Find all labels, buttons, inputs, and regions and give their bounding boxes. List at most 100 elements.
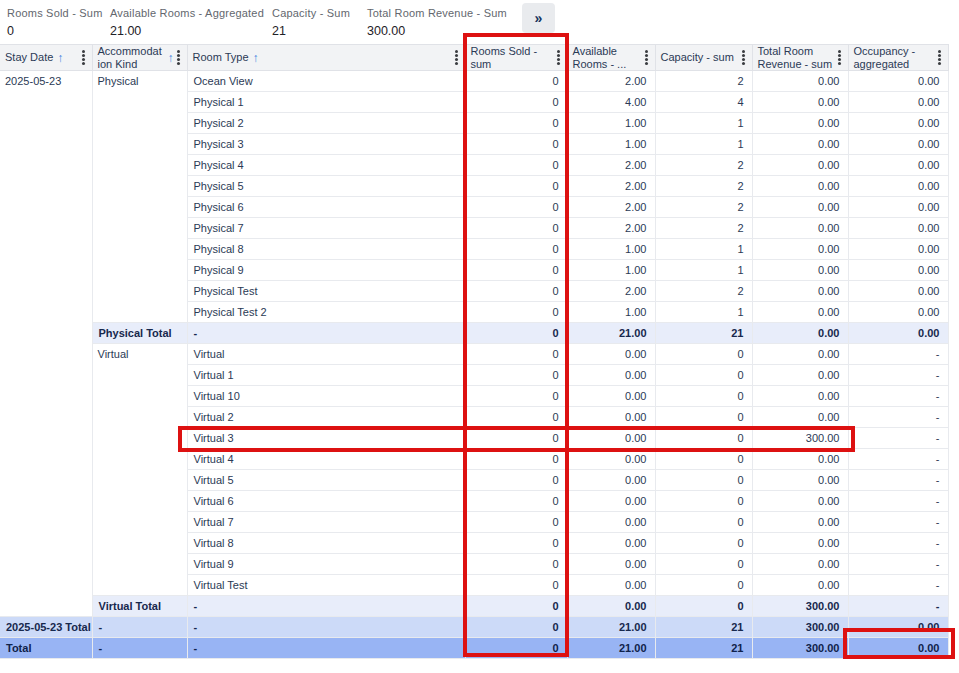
value-cell: 4.00: [567, 92, 655, 113]
value-cell: 0.00: [752, 113, 848, 134]
room-type-cell: Virtual 1: [187, 365, 465, 386]
column-header-capacity-sum[interactable]: Capacity - sum: [655, 45, 752, 71]
room-type-cell: Physical 6: [187, 197, 465, 218]
column-menu-icon[interactable]: [838, 50, 841, 65]
value-cell: 0.00: [752, 365, 848, 386]
value-cell: 0: [465, 281, 567, 302]
value-cell: 2: [655, 176, 752, 197]
room-type-cell: Virtual: [187, 344, 465, 365]
value-cell: 0: [465, 407, 567, 428]
value-cell: -: [848, 365, 948, 386]
header-row: Stay Date↑Accommodation Kind↑Room Type↑R…: [0, 45, 948, 71]
value-cell: 300.00: [752, 617, 848, 638]
column-menu-icon[interactable]: [455, 50, 458, 65]
value-cell: 0.00: [752, 575, 848, 596]
column-menu-icon[interactable]: [82, 50, 85, 65]
value-cell: 0: [465, 134, 567, 155]
column-header-available-rooms[interactable]: Available Rooms - ...: [567, 45, 655, 71]
metric-value: 0: [7, 24, 103, 38]
value-cell: 0.00: [752, 407, 848, 428]
value-cell: 2: [655, 155, 752, 176]
column-header-occupancy-aggregated[interactable]: Occupancy - aggregated: [848, 45, 948, 71]
table-row: Total--021.0021300.000.00: [0, 638, 948, 659]
value-cell: 2.00: [567, 155, 655, 176]
value-cell: 0: [465, 554, 567, 575]
value-cell: 0.00: [848, 176, 948, 197]
value-cell: -: [848, 344, 948, 365]
column-header-room-type[interactable]: Room Type↑: [187, 45, 465, 71]
table-row: Virtual Total-00.000300.00-: [0, 596, 948, 617]
value-cell: 1.00: [567, 113, 655, 134]
value-cell: 1.00: [567, 239, 655, 260]
value-cell: 0.00: [752, 71, 848, 92]
value-cell: 0.00: [848, 323, 948, 344]
value-cell: -: [848, 512, 948, 533]
column-menu-icon[interactable]: [557, 50, 560, 65]
value-cell: 0.00: [752, 491, 848, 512]
value-cell: 1: [655, 302, 752, 323]
value-cell: 0: [655, 365, 752, 386]
value-cell: 4: [655, 92, 752, 113]
column-menu-icon[interactable]: [177, 50, 180, 65]
accommodation-kind-cell: Virtual: [92, 344, 187, 596]
value-cell: 21: [655, 617, 752, 638]
column-label: Capacity - sum: [661, 51, 734, 64]
metric-label: Available Rooms - Aggregated: [110, 7, 264, 19]
column-menu-icon[interactable]: [645, 50, 648, 65]
value-cell: 0.00: [752, 386, 848, 407]
column-header-accommodation-kind[interactable]: Accommodation Kind↑: [92, 45, 187, 71]
value-cell: 0: [655, 512, 752, 533]
value-cell: 0.00: [848, 617, 948, 638]
value-cell: 1: [655, 113, 752, 134]
value-cell: 21: [655, 323, 752, 344]
value-cell: 0: [465, 365, 567, 386]
room-type-cell: Virtual 7: [187, 512, 465, 533]
table-row: Physical Total-021.00210.000.00: [0, 323, 948, 344]
value-cell: 0.00: [752, 512, 848, 533]
value-cell: 0: [465, 113, 567, 134]
value-cell: 0.00: [752, 554, 848, 575]
column-header-rooms-sold-sum[interactable]: Rooms Sold - sum: [465, 45, 567, 71]
value-cell: 0: [465, 638, 567, 659]
value-cell: -: [848, 470, 948, 491]
value-cell: 0.00: [752, 449, 848, 470]
value-cell: 2: [655, 197, 752, 218]
column-label: Accommodation Kind: [98, 45, 164, 70]
accommodation-kind-cell: Physical Total: [92, 323, 187, 344]
room-type-cell: -: [187, 617, 465, 638]
value-cell: 2.00: [567, 71, 655, 92]
value-cell: -: [848, 407, 948, 428]
value-cell: -: [848, 533, 948, 554]
value-cell: 0.00: [848, 239, 948, 260]
value-cell: 0.00: [567, 575, 655, 596]
value-cell: 21.00: [567, 638, 655, 659]
value-cell: 0: [465, 155, 567, 176]
column-menu-icon[interactable]: [938, 50, 941, 65]
column-header-stay-date[interactable]: Stay Date↑: [0, 45, 92, 71]
metric-total-room-revenue: Total Room Revenue - Sum 300.00: [367, 7, 507, 38]
value-cell: -: [848, 575, 948, 596]
value-cell: 0: [465, 596, 567, 617]
value-cell: 0: [465, 533, 567, 554]
room-type-cell: Physical 5: [187, 176, 465, 197]
column-menu-icon[interactable]: [742, 50, 745, 65]
value-cell: 0.00: [848, 638, 948, 659]
room-type-cell: Virtual 6: [187, 491, 465, 512]
value-cell: 0.00: [752, 344, 848, 365]
value-cell: 2.00: [567, 218, 655, 239]
value-cell: 0.00: [567, 470, 655, 491]
value-cell: 21.00: [567, 323, 655, 344]
stay-date-cell: 2025-05-23: [0, 71, 92, 617]
value-cell: 0.00: [848, 260, 948, 281]
value-cell: 0.00: [848, 155, 948, 176]
value-cell: 21: [655, 638, 752, 659]
stay-date-cell: 2025-05-23 Total: [0, 617, 92, 638]
room-type-cell: Virtual 8: [187, 533, 465, 554]
expand-metrics-button[interactable]: »: [522, 3, 555, 33]
value-cell: 0: [655, 470, 752, 491]
value-cell: 0: [465, 470, 567, 491]
value-cell: 0: [655, 344, 752, 365]
column-header-total-room-revenue-sum[interactable]: Total Room Revenue - sum: [752, 45, 848, 71]
value-cell: 0: [465, 71, 567, 92]
room-type-cell: -: [187, 638, 465, 659]
